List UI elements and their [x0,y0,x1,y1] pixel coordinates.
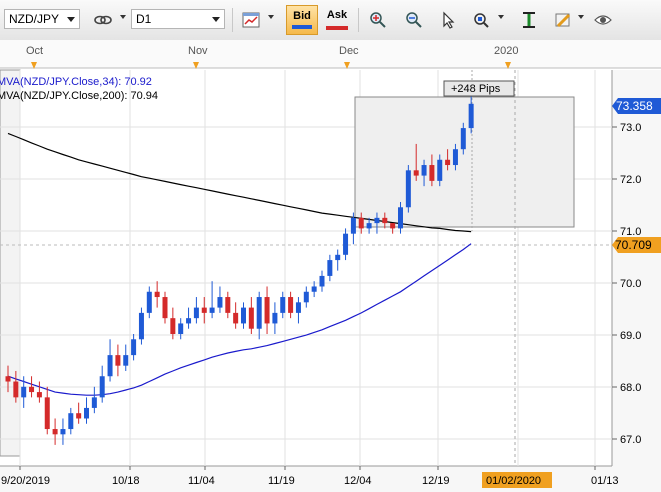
candle-up [421,165,427,176]
candle-down [52,429,58,435]
indicator-label: MVA(NZD/JPY.Close,200): 70.94 [0,90,158,102]
candle-down [5,376,11,382]
candle-up [405,170,411,208]
price-label: 73.0 [620,122,641,134]
month-label: Nov [188,45,208,57]
candle-down [154,291,160,298]
candle-up [335,254,341,261]
date-label: 01/13 [591,475,619,487]
candle-up [437,159,443,181]
candle-up [366,223,372,229]
candle-up [327,260,333,276]
candle-up [84,407,89,419]
date-label: 11/19 [268,475,295,487]
candle-down [288,297,294,313]
candle-up [398,207,403,229]
candle-up [468,103,474,129]
date-label: 01/02/2020 [486,475,541,487]
month-axis-bar [0,40,661,68]
current-price-label: 73.358 [616,99,653,113]
candle-up [374,217,380,224]
candle-up [146,291,152,313]
left-selection-pane [0,69,21,457]
date-label: 12/19 [422,475,450,487]
date-label: 11/04 [188,475,215,487]
candle-up [311,286,317,292]
month-label: 2020 [494,45,518,57]
candle-up [186,318,192,324]
price-label: 70.0 [620,278,641,290]
candle-up [217,297,223,308]
candle-down [36,392,42,398]
candle-down [233,312,239,324]
pip-measure-box [354,96,575,228]
candle-up [303,291,309,303]
candle-down [445,159,451,166]
candle-down [115,355,121,366]
candle-down [44,397,50,430]
candle-up [193,307,199,319]
candle-up [280,297,286,313]
candle-up [178,323,184,334]
candle-down [429,165,435,181]
candle-down [225,297,231,313]
candle-up [343,233,349,255]
candle-up [107,355,113,377]
price-label: 68.0 [620,382,641,394]
candle-up [91,397,97,408]
candle-down [170,318,176,334]
month-label: Oct [26,45,43,57]
candle-up [21,386,27,398]
price-label: 69.0 [620,330,641,342]
candle-down [76,413,82,419]
candle-down [248,307,254,329]
candle-up [460,128,466,150]
candle-up [319,275,325,287]
date-label: 12/04 [344,475,372,487]
candle-up [452,149,458,166]
mva-34-line [7,243,472,396]
candle-down [201,307,207,313]
price-chart[interactable]: Oct Nov Dec 2020 MVA(NZD/JPY.Close,34): 70.9… [0,0,661,492]
date-axis-bar [0,466,661,492]
date-label: 10/18 [112,475,140,487]
price-label: 72.0 [620,174,641,186]
month-label: Dec [339,45,359,57]
candle-down [13,381,19,398]
candle-up [272,312,278,324]
candle-down [413,170,419,176]
candle-up [99,376,105,398]
candle-down [358,217,364,229]
candle-down [162,297,168,319]
candle-up [350,217,356,234]
candle-up [60,429,66,435]
candle-up [68,413,74,430]
candle-up [123,355,129,366]
candle-up [138,312,144,340]
indicator-label: MVA(NZD/JPY.Close,34): 70.92 [0,76,152,88]
candle-down [29,386,35,393]
candle-up [241,307,246,324]
candle-down [390,223,396,229]
pips-label: +248 Pips [451,83,501,95]
price-label: 71.0 [620,226,641,238]
candle-up [131,339,137,356]
date-label: 9/20/2019 [1,475,50,487]
price-label: 67.0 [620,434,641,446]
candle-up [295,302,301,313]
candle-up [209,307,215,313]
candle-up [256,297,262,329]
candle-down [382,217,388,224]
mva-price-label: 70.709 [615,238,652,252]
candle-down [264,297,270,324]
